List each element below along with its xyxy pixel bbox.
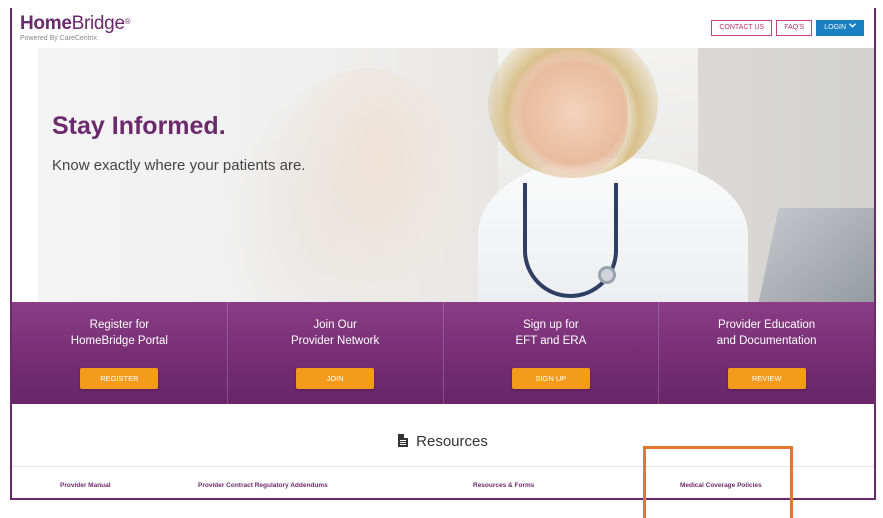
action-join: Join Our Provider Network JOIN [228, 302, 444, 404]
document-icon [398, 434, 409, 447]
hero-title: Stay Informed. [52, 112, 226, 140]
action-text: Sign up for EFT and ERA [515, 319, 587, 347]
action-text: Join Our Provider Network [291, 319, 380, 347]
hero-banner: Stay Informed. Know exactly where your p… [38, 48, 874, 302]
contact-us-button[interactable]: CONTACT US [711, 20, 773, 36]
logo-wordmark: HomeBridge® [20, 13, 131, 34]
action-band: Register for HomeBridge Portal REGISTER J… [12, 302, 874, 404]
logo-tagline: Powered By CareCentrix [20, 35, 98, 42]
stethoscope-bell [598, 266, 616, 284]
action-education: Provider Education and Documentation REVI… [659, 302, 874, 404]
link-provider-manual[interactable]: Provider Manual [60, 482, 111, 489]
register-button[interactable]: REGISTER [80, 368, 159, 389]
highlight-box [643, 446, 793, 518]
top-nav: CONTACT US FAQ'S LOGIN [711, 20, 864, 36]
hero-subtitle: Know exactly where your patients are. [52, 157, 306, 174]
site-header: HomeBridge® Powered By CareCentrix CONTA… [12, 8, 874, 48]
logo-brand-light: Bridge [71, 13, 125, 34]
hero-doctor-face [508, 48, 628, 178]
faqs-button[interactable]: FAQ'S [776, 20, 813, 36]
hero-monitor [757, 208, 874, 302]
link-resources-forms[interactable]: Resources & Forms [473, 482, 534, 489]
action-text: Provider Education and Documentation [716, 319, 817, 347]
login-button[interactable]: LOGIN [816, 20, 864, 36]
resources-title: Resources [416, 433, 488, 450]
action-sign-up: Sign up for EFT and ERA SIGN UP [444, 302, 660, 404]
logo-brand-bold: Home [20, 13, 72, 34]
link-provider-contract-addendums[interactable]: Provider Contract Regulatory Addendums [198, 482, 328, 489]
join-button[interactable]: JOIN [296, 368, 375, 389]
review-button[interactable]: REVIEW [727, 368, 806, 389]
hero-patient-figure [268, 68, 468, 302]
action-register: Register for HomeBridge Portal REGISTER [12, 302, 228, 404]
login-label: LOGIN [824, 24, 847, 31]
logo-reg-mark: ® [124, 17, 131, 26]
action-text: Register for HomeBridge Portal [70, 319, 168, 347]
homebridge-logo[interactable]: HomeBridge® Powered By CareCentrix [20, 13, 131, 43]
page-frame: HomeBridge® Powered By CareCentrix CONTA… [10, 8, 876, 500]
sign-up-button[interactable]: SIGN UP [511, 368, 590, 389]
chevron-down-icon [849, 23, 856, 28]
